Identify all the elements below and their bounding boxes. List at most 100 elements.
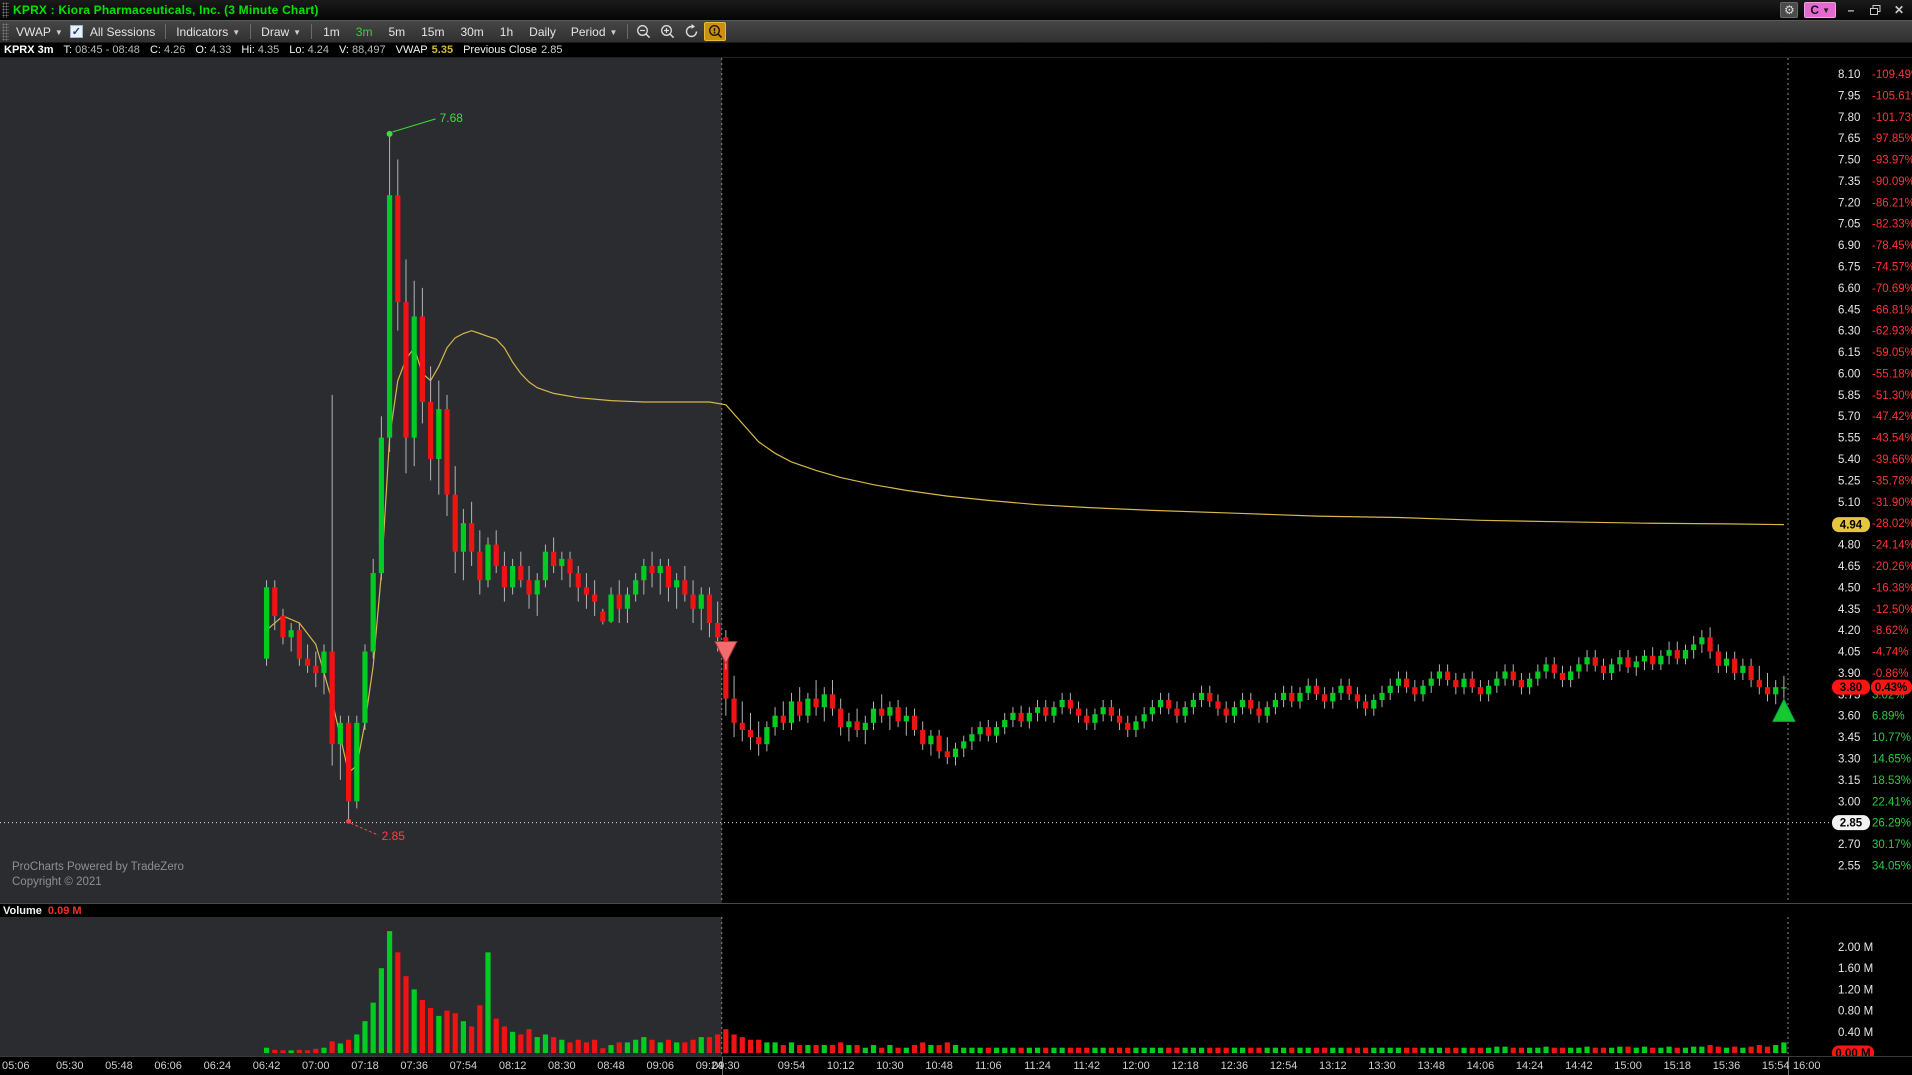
time-axis-label: 12:18 (1171, 1060, 1199, 1072)
close-button[interactable]: ✕ (1890, 2, 1908, 18)
time-axis-label: 14:42 (1565, 1060, 1593, 1072)
time-axis-label: 05:48 (105, 1060, 133, 1072)
volume-bar (1198, 1047, 1205, 1053)
timeframe-5m[interactable]: 5m (380, 25, 413, 39)
candle-body (1477, 687, 1484, 695)
vwap-dropdown[interactable]: VWAP ▼ (9, 25, 70, 39)
zoom-in-button[interactable] (656, 22, 678, 41)
volume-pane-header: Volume 0.09 M (0, 903, 1912, 917)
time-axis-label: 08:48 (597, 1060, 625, 1072)
settings-button[interactable]: ⚙ (1780, 2, 1799, 18)
timeframe-1h[interactable]: 1h (492, 25, 521, 39)
candle-body (624, 594, 631, 609)
volume-bar (1223, 1047, 1229, 1053)
volume-bar (378, 968, 384, 1053)
volume-bar (518, 1034, 524, 1053)
status-low: Lo: 4.24 (289, 44, 329, 56)
time-axis[interactable]: 05:06 05:30 05:48 06:06 06:24 06:42 07:00 07:18… (0, 1056, 1912, 1075)
volume-bar (1691, 1046, 1697, 1053)
timeframe-15m[interactable]: 15m (413, 25, 452, 39)
volume-bar (1395, 1047, 1402, 1053)
volume-bar (1453, 1047, 1459, 1053)
candle-body (1469, 678, 1475, 688)
volume-bar (1116, 1047, 1123, 1053)
price-axis-label: 4.35 (1838, 604, 1860, 616)
candle-body (977, 727, 983, 735)
candle-body (1371, 700, 1377, 709)
price-chart[interactable]: ProCharts Powered by TradeZero Copyright … (0, 58, 1912, 903)
auto-scale-tool-button[interactable] (704, 22, 727, 41)
volume-bar (1756, 1045, 1762, 1053)
timeframe-daily[interactable]: Daily (521, 25, 564, 39)
restore-button[interactable] (1866, 2, 1884, 18)
window-titlebar[interactable]: KPRX : Kiora Pharmaceuticals, Inc. (3 Mi… (0, 0, 1912, 20)
status-vwap-value: 5.35 (431, 44, 454, 56)
volume-bar (706, 1037, 713, 1053)
all-sessions-toggle[interactable]: All Sessions (83, 25, 162, 39)
reset-zoom-button[interactable] (680, 22, 702, 41)
candle-body (1190, 700, 1196, 708)
candle-body (756, 737, 762, 745)
candle-body (1658, 655, 1664, 665)
candle-body (1010, 712, 1016, 720)
candle-body (911, 715, 918, 730)
all-sessions-checkbox[interactable]: ✓ (69, 25, 83, 38)
volume-premarket-background (0, 917, 722, 1056)
volume-bar (944, 1042, 950, 1053)
price-axis-label: 4.20 (1838, 625, 1860, 637)
candle-body (1428, 678, 1434, 686)
volume-bar (1190, 1047, 1196, 1053)
volume-bar (1239, 1047, 1246, 1053)
svg-text:0.43%: 0.43% (1875, 682, 1908, 694)
candle-body (903, 715, 909, 722)
timeframe-30m[interactable]: 30m (452, 25, 491, 39)
volume-bar (1043, 1047, 1049, 1053)
volume-bar (1108, 1047, 1114, 1053)
volume-bar (1625, 1046, 1631, 1053)
volume-bar (772, 1042, 778, 1053)
price-axis-percent: 26.29% (1872, 818, 1911, 830)
candle-body (395, 195, 401, 303)
volume-bar (1248, 1047, 1254, 1053)
volume-bar (370, 1002, 376, 1053)
volume-bar (575, 1039, 581, 1053)
drag-handle-icon[interactable] (2, 2, 9, 18)
candle-body (788, 701, 795, 723)
volume-bar (1305, 1047, 1311, 1053)
chart-link-group-button[interactable]: C ▼ (1804, 2, 1836, 18)
timeframe-1m[interactable]: 1m (315, 25, 348, 39)
volume-bar (1535, 1047, 1541, 1053)
candle-body (1034, 707, 1041, 713)
volume-bar (821, 1045, 827, 1053)
indicators-dropdown[interactable]: Indicators ▼ (169, 25, 247, 39)
status-symbol: KPRX 3m (4, 44, 54, 56)
volume-bar (1707, 1045, 1713, 1053)
status-label: T: (63, 44, 73, 56)
candle-body (879, 708, 885, 716)
volume-bar (1436, 1047, 1443, 1053)
price-axis-label: 3.00 (1838, 796, 1860, 808)
draw-dropdown[interactable]: Draw ▼ (254, 25, 308, 39)
volume-bar (296, 1049, 302, 1053)
price-axis-label: 8.10 (1838, 69, 1860, 81)
candle-body (518, 565, 524, 581)
volume-bar (583, 1042, 590, 1053)
toolbar-drag-handle-icon[interactable] (2, 22, 9, 41)
minimize-button[interactable]: – (1842, 2, 1860, 18)
volume-bar (1641, 1046, 1648, 1053)
timeframe-3m[interactable]: 3m (348, 25, 381, 39)
volume-bar (665, 1039, 672, 1053)
price-axis-label: 5.40 (1838, 454, 1860, 466)
time-axis-label: 07:54 (449, 1060, 478, 1072)
volume-chart[interactable]: 2.00 M 1.60 M 1.20 M 0.80 M 0.40 M 0.00 M (0, 917, 1912, 1056)
volume-bar (1748, 1046, 1754, 1053)
period-dropdown[interactable]: Period ▼ (564, 25, 625, 39)
candle-body (1018, 712, 1024, 722)
volume-bar (690, 1039, 696, 1053)
zoom-out-button[interactable] (632, 22, 654, 41)
checkmark-icon: ✓ (71, 26, 81, 38)
volume-bar (698, 1037, 704, 1053)
candle-body (1387, 685, 1393, 693)
candle-body (1486, 685, 1492, 695)
candle-body (1289, 692, 1295, 702)
